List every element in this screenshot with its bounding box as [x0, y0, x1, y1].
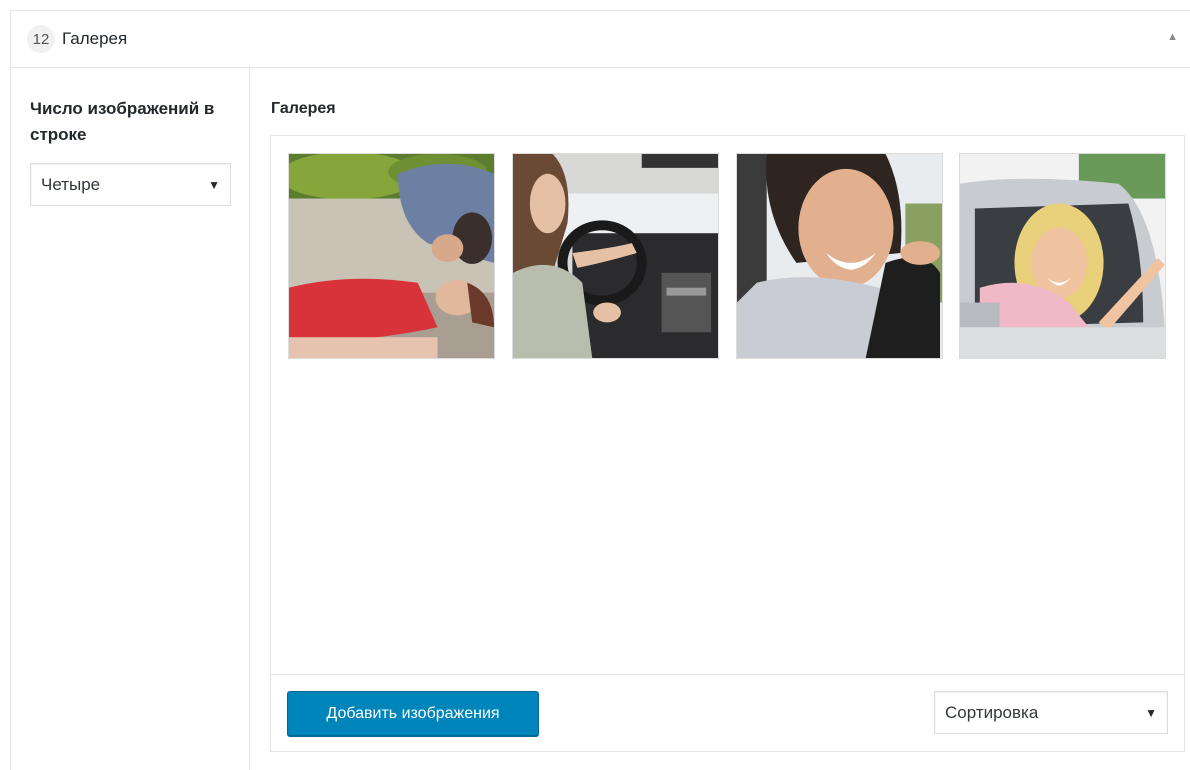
happy-driver-window-photo-icon	[960, 154, 1165, 358]
sort-select-value: Сортировка	[945, 702, 1039, 722]
gallery-thumbnail[interactable]	[959, 153, 1166, 359]
gallery-footer: Добавить изображения Сортировка ▼	[271, 674, 1184, 751]
collapse-toggle-icon[interactable]: ▲	[1167, 31, 1178, 43]
settings-sidebar: Число изображений в строке Четыре ▼	[11, 68, 250, 770]
gallery-thumbnail[interactable]	[736, 153, 943, 359]
chevron-down-icon: ▼	[1145, 705, 1157, 720]
gallery-thumbnail[interactable]	[288, 153, 495, 359]
metabox-header[interactable]: 12 Галерея ▲	[11, 11, 1190, 68]
gallery-metabox: 12 Галерея ▲ Число изображений в строке …	[10, 10, 1190, 770]
gallery-thumbnail[interactable]	[512, 153, 719, 359]
count-badge: 12	[27, 25, 55, 53]
first-aid-photo-icon	[289, 154, 494, 358]
add-images-button[interactable]: Добавить изображения	[287, 691, 539, 736]
images-per-row-label: Число изображений в строке	[30, 99, 215, 144]
thumbnail-grid	[288, 153, 1176, 359]
driving-lesson-photo-icon	[513, 154, 718, 358]
images-per-row-value: Четыре	[41, 174, 101, 194]
sort-select[interactable]: Сортировка ▼	[934, 691, 1168, 734]
gallery-label: Галерея	[271, 100, 336, 117]
metabox-title: Галерея	[62, 29, 128, 48]
smiling-driver-photo-icon	[737, 154, 942, 358]
chevron-down-icon: ▼	[208, 177, 220, 192]
images-per-row-select[interactable]: Четыре ▼	[30, 163, 231, 206]
gallery-container: Добавить изображения Сортировка ▼	[270, 135, 1185, 752]
